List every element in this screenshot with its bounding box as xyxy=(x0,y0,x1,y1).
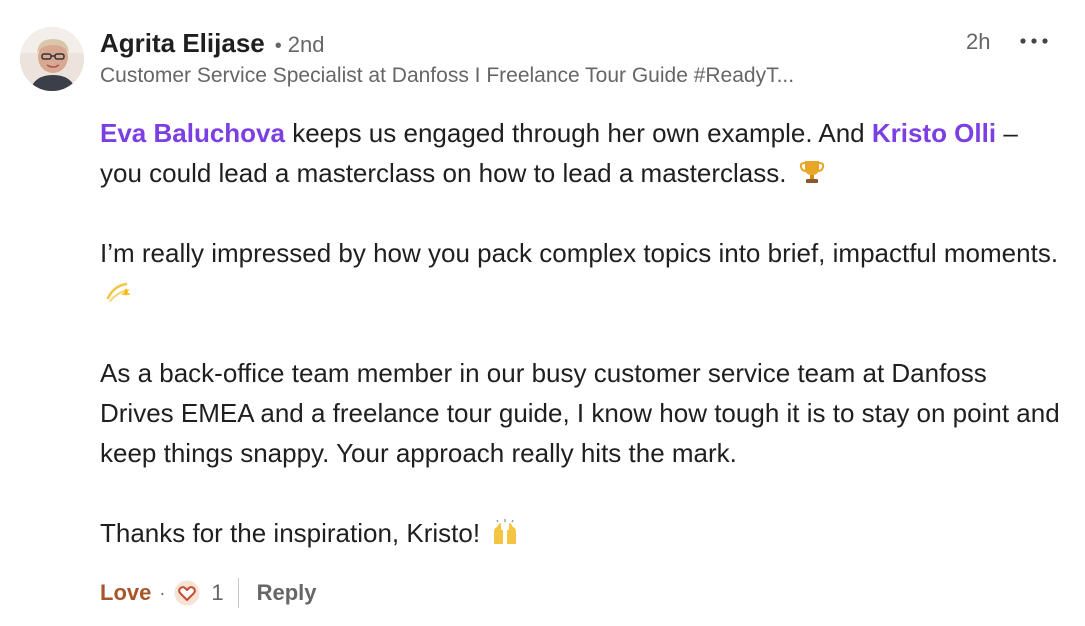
reaction-count[interactable]: 1 xyxy=(211,580,223,606)
paragraph-1-text-a: keeps us engaged through her own example… xyxy=(284,118,872,148)
paragraph-1: Eva Baluchova keeps us engaged through h… xyxy=(100,113,1060,193)
more-options-button[interactable] xyxy=(1014,26,1054,56)
mention-kristo-olli[interactable]: Kristo Olli xyxy=(872,118,996,148)
avatar[interactable] xyxy=(20,27,84,91)
connection-degree: 2nd xyxy=(287,32,325,57)
author-name[interactable]: Agrita Elijase xyxy=(100,28,265,59)
mention-eva-baluchova[interactable]: Eva Baluchova xyxy=(100,118,285,148)
author-row: Agrita Elijase • 2nd xyxy=(100,28,324,59)
trophy-emoji-icon xyxy=(799,161,824,183)
comment-body: Eva Baluchova keeps us engaged through h… xyxy=(100,113,1060,553)
ellipsis-icon xyxy=(1020,38,1048,44)
comment: Agrita Elijase • 2nd Customer Service Sp… xyxy=(0,0,1085,626)
avatar-photo xyxy=(20,27,84,91)
comment-timestamp: 2h xyxy=(966,29,991,54)
raising-hands-emoji-icon xyxy=(494,519,517,544)
paragraph-3: As a back-office team member in our busy… xyxy=(100,353,1060,473)
author-headline[interactable]: Customer Service Specialist at Danfoss I… xyxy=(100,64,960,88)
love-reaction-icon[interactable] xyxy=(173,579,201,607)
action-divider xyxy=(237,578,239,608)
degree-separator: • xyxy=(274,35,282,57)
paragraph-4: Thanks for the inspiration, Kristo! xyxy=(100,513,1060,553)
reply-button[interactable]: Reply xyxy=(257,580,317,606)
paragraph-4-text: Thanks for the inspiration, Kristo! xyxy=(100,518,481,548)
paragraph-2-text: I’m really impressed by how you pack com… xyxy=(100,238,1059,268)
action-separator: · xyxy=(159,582,166,603)
love-reaction-button[interactable]: Love xyxy=(100,580,151,606)
dizzy-emoji-icon xyxy=(106,282,130,302)
paragraph-3-text: As a back-office team member in our busy… xyxy=(100,358,1060,468)
paragraph-2: I’m really impressed by how you pack com… xyxy=(100,233,1060,313)
comment-actions: Love · 1 Reply xyxy=(100,575,317,611)
